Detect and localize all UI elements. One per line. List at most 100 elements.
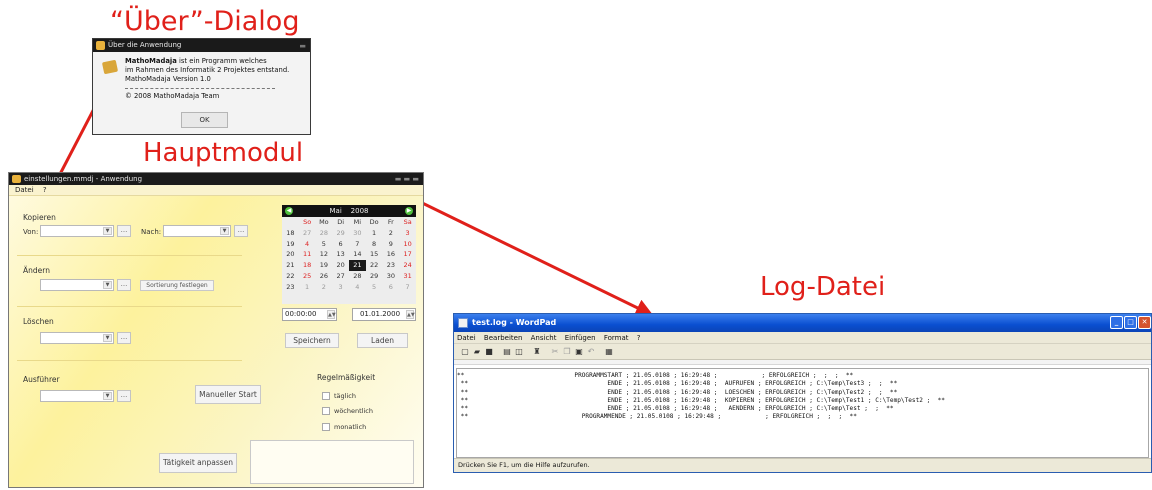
menu-datei[interactable]: Datei	[15, 186, 34, 194]
calendar-day[interactable]: 16	[383, 249, 400, 260]
calendar-day[interactable]: 4	[349, 282, 366, 293]
calendar-day[interactable]: 21	[349, 260, 366, 271]
taeglich-checkbox[interactable]	[322, 392, 330, 400]
menu-einfuegen[interactable]: Einfügen	[565, 334, 596, 342]
load-button[interactable]: Laden	[357, 333, 408, 348]
undo-icon[interactable]: ↶	[586, 347, 596, 357]
save-icon[interactable]: ■	[484, 347, 494, 357]
calendar-day[interactable]: 12	[316, 249, 333, 260]
calendar-day[interactable]: 7	[399, 282, 416, 293]
calendar-day[interactable]: 30	[349, 228, 366, 239]
copy-icon[interactable]: ❐	[562, 347, 572, 357]
maximize-icon[interactable]: □	[1124, 316, 1137, 329]
calendar-day[interactable]: 5	[366, 282, 383, 293]
paste-icon[interactable]: ▣	[574, 347, 584, 357]
notes-area[interactable]	[250, 440, 414, 484]
calendar-day[interactable]: 22	[366, 260, 383, 271]
calendar-day[interactable]: 20	[332, 260, 349, 271]
calendar-day[interactable]: 10	[399, 239, 416, 250]
calendar-day[interactable]: 15	[366, 249, 383, 260]
calendar-day[interactable]: 27	[299, 228, 316, 239]
window-controls-icon[interactable]: ▬ ▬ ▬	[395, 173, 419, 185]
menu-bearbeiten[interactable]: Bearbeiten	[484, 334, 522, 342]
calendar-day[interactable]: 7	[349, 239, 366, 250]
calendar[interactable]: ◀ Mai 2008 ▶ So Mo Di Mi Do Fr Sa 18 27 28 29 30 1 2 3…	[282, 205, 416, 304]
woechentlich-checkbox[interactable]	[322, 407, 330, 415]
calendar-day[interactable]: 23	[383, 260, 400, 271]
calendar-weekday: So	[303, 218, 312, 226]
calendar-day[interactable]: 14	[349, 249, 366, 260]
time-spinner[interactable]: 00:00:00 ▲▼	[282, 308, 337, 321]
calendar-day[interactable]: 18	[299, 260, 316, 271]
calendar-day[interactable]: 25	[299, 271, 316, 282]
calendar-day[interactable]: 9	[383, 239, 400, 250]
calendar-day[interactable]: 26	[316, 271, 333, 282]
ok-button[interactable]: OK	[181, 112, 228, 128]
calendar-day[interactable]: 11	[299, 249, 316, 260]
open-folder-icon[interactable]: ▰	[472, 347, 482, 357]
von-combo[interactable]: ▼	[40, 225, 114, 237]
ausfuehrer-browse-button[interactable]: ...	[117, 390, 131, 402]
calendar-day[interactable]: 1	[366, 228, 383, 239]
close-icon[interactable]: ✕	[1138, 316, 1151, 329]
print-preview-icon[interactable]: ◫	[514, 347, 524, 357]
calendar-day[interactable]: 3	[399, 228, 416, 239]
calendar-day[interactable]: 2	[316, 282, 333, 293]
adjust-activity-button[interactable]: Tätigkeit anpassen	[159, 453, 237, 473]
monatlich-checkbox[interactable]	[322, 423, 330, 431]
sortierung-button[interactable]: Sortierung festlegen	[140, 280, 214, 291]
calendar-day[interactable]: 19	[316, 260, 333, 271]
menu-help[interactable]: ?	[637, 334, 641, 342]
aendern-combo[interactable]: ▼	[40, 279, 114, 291]
menu-ansicht[interactable]: Ansicht	[531, 334, 557, 342]
von-browse-button[interactable]: ...	[117, 225, 131, 237]
menu-format[interactable]: Format	[604, 334, 629, 342]
prev-month-icon[interactable]: ◀	[285, 207, 293, 215]
cut-icon[interactable]: ✂	[550, 347, 560, 357]
menu-datei[interactable]: Datei	[457, 334, 476, 342]
aendern-browse-button[interactable]: ...	[117, 279, 131, 291]
calendar-day[interactable]: 6	[332, 239, 349, 250]
insert-datetime-icon[interactable]: ▦	[604, 347, 614, 357]
loeschen-combo[interactable]: ▼	[40, 332, 114, 344]
calendar-day[interactable]: 8	[366, 239, 383, 250]
spinner-arrows-icon[interactable]: ▲▼	[327, 310, 336, 319]
chevron-down-icon[interactable]: ▼	[103, 281, 112, 289]
chevron-down-icon[interactable]: ▼	[220, 227, 229, 235]
minimize-icon[interactable]: _	[1110, 316, 1123, 329]
calendar-day[interactable]: 29	[332, 228, 349, 239]
calendar-day[interactable]: 24	[399, 260, 416, 271]
ausfuehrer-combo[interactable]: ▼	[40, 390, 114, 402]
calendar-day[interactable]: 29	[366, 271, 383, 282]
calendar-day[interactable]: 17	[399, 249, 416, 260]
find-icon[interactable]: ♜	[532, 347, 542, 357]
next-month-icon[interactable]: ▶	[405, 207, 413, 215]
save-button[interactable]: Speichern	[285, 333, 339, 348]
new-document-icon[interactable]: ▢	[460, 347, 470, 357]
date-spinner[interactable]: 01.01.2000 ▲▼	[352, 308, 416, 321]
calendar-day[interactable]: 6	[383, 282, 400, 293]
print-icon[interactable]: ▤	[502, 347, 512, 357]
manual-start-button[interactable]: Manueller Start	[195, 385, 261, 404]
spinner-arrows-icon[interactable]: ▲▼	[406, 310, 415, 319]
loeschen-browse-button[interactable]: ...	[117, 332, 131, 344]
chevron-down-icon[interactable]: ▼	[103, 392, 112, 400]
calendar-weekday: Sa	[403, 218, 412, 226]
chevron-down-icon[interactable]: ▼	[103, 227, 112, 235]
calendar-day[interactable]: 5	[316, 239, 333, 250]
calendar-day[interactable]: 28	[349, 271, 366, 282]
calendar-day[interactable]: 2	[383, 228, 400, 239]
nach-browse-button[interactable]: ...	[234, 225, 248, 237]
calendar-day[interactable]: 30	[383, 271, 400, 282]
calendar-day[interactable]: 1	[299, 282, 316, 293]
calendar-day[interactable]: 4	[299, 239, 316, 250]
calendar-day[interactable]: 28	[316, 228, 333, 239]
calendar-day[interactable]: 13	[332, 249, 349, 260]
document-area[interactable]: ** PROGRAMMSTART ; 21.05.0108 ; 16:29:48…	[456, 368, 1149, 458]
menu-help[interactable]: ?	[43, 186, 47, 194]
calendar-day[interactable]: 3	[332, 282, 349, 293]
calendar-day[interactable]: 27	[332, 271, 349, 282]
chevron-down-icon[interactable]: ▼	[103, 334, 112, 342]
nach-combo[interactable]: ▼	[163, 225, 231, 237]
calendar-day[interactable]: 31	[399, 271, 416, 282]
